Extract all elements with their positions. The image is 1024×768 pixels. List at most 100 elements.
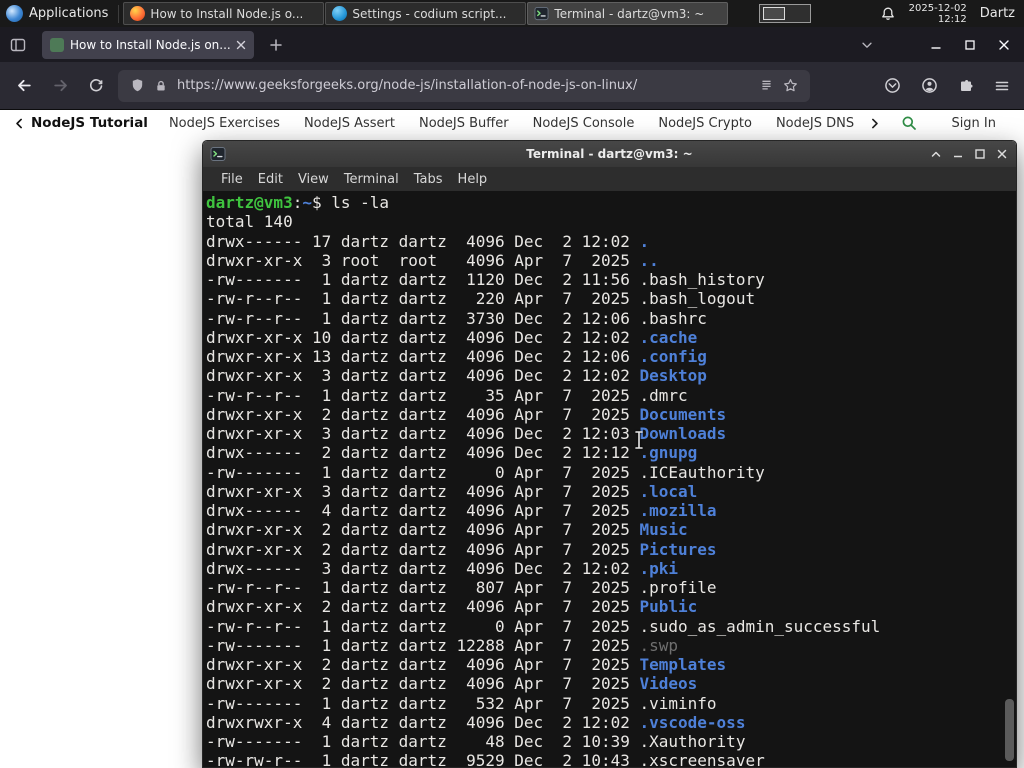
- forward-icon[interactable]: [52, 77, 69, 94]
- gfg-scroll-right-icon[interactable]: [868, 117, 881, 130]
- gfg-nav-active-item[interactable]: NodeJS Tutorial: [31, 115, 148, 131]
- listing-name: Templates: [639, 655, 727, 674]
- search-icon[interactable]: [901, 115, 917, 131]
- listing-name: .viminfo: [639, 693, 717, 713]
- taskbar-button[interactable]: Terminal - dartz@vm3: ~: [527, 2, 729, 25]
- applications-icon: [6, 5, 23, 22]
- taskbar-button-label: Settings - codium script...: [352, 6, 507, 21]
- terminal-menu-terminal[interactable]: Terminal: [344, 172, 399, 187]
- lock-icon[interactable]: [154, 79, 168, 93]
- terminal-listing-line: -rw-r--r-- 1 dartz dartz 35 Apr 7 2025 .…: [206, 386, 1016, 405]
- pocket-icon[interactable]: [884, 77, 901, 94]
- terminal-menu-view[interactable]: View: [298, 172, 329, 187]
- terminal-listing-line: drwxr-xr-x 3 dartz dartz 4096 Dec 2 12:0…: [206, 366, 1016, 385]
- listing-name: .cache: [639, 327, 698, 347]
- terminal-menubar: File Edit View Terminal Tabs Help: [203, 167, 1016, 191]
- panel-status-area: 2025-12-02 12:12 Dartz: [880, 3, 1024, 25]
- listing-meta: -rw-r--r-- 1 dartz dartz 0 Apr 7 2025: [206, 616, 640, 636]
- browser-minimize-icon[interactable]: [930, 39, 942, 51]
- terminal-window-controls: [930, 148, 1016, 160]
- listing-name: .local: [639, 481, 698, 501]
- listing-meta: -rw------- 1 dartz dartz 532 Apr 7 2025: [206, 693, 640, 713]
- toolbar-right-icons: [884, 77, 1024, 94]
- listing-name: ..: [639, 250, 659, 270]
- gfg-scroll-left-icon[interactable]: [13, 117, 26, 130]
- gfg-nav-link[interactable]: NodeJS DNS: [776, 116, 854, 131]
- listing-meta: -rw-r--r-- 1 dartz dartz 35 Apr 7 2025: [206, 385, 640, 405]
- gfg-subnav: NodeJS Tutorial NodeJS Exercises NodeJS A…: [0, 110, 1024, 136]
- gfg-nav-link[interactable]: NodeJS Assert: [304, 116, 395, 131]
- listing-name: Music: [639, 520, 688, 540]
- firefox-view-icon[interactable]: [10, 37, 26, 53]
- terminal-listing-line: drwxr-xr-x 2 dartz dartz 4096 Apr 7 2025…: [206, 405, 1016, 424]
- clock-time: 12:12: [937, 13, 967, 25]
- listing-name: .Xauthority: [639, 732, 746, 751]
- gfg-nav-link[interactable]: NodeJS Console: [533, 116, 635, 131]
- listing-meta: drwx------ 17 dartz dartz 4096 Dec 2 12:…: [206, 231, 640, 251]
- browser-tab-bar: How to Install Node.js on...: [0, 27, 1024, 62]
- terminal-shade-icon[interactable]: [930, 148, 942, 160]
- gfg-nav-link[interactable]: NodeJS Crypto: [658, 116, 752, 131]
- list-all-tabs-icon[interactable]: [860, 38, 874, 52]
- tab-close-icon[interactable]: [236, 40, 246, 50]
- browser-close-icon[interactable]: [998, 39, 1010, 51]
- listing-meta: drwx------ 2 dartz dartz 4096 Dec 2 12:1…: [206, 443, 640, 463]
- new-tab-button[interactable]: [269, 38, 283, 52]
- terminal-listing-line: drwx------ 4 dartz dartz 4096 Apr 7 2025…: [206, 501, 1016, 520]
- listing-meta: drwxr-xr-x 3 dartz dartz 4096 Dec 2 12:0…: [206, 366, 640, 386]
- terminal-listing-line: -rw-r--r-- 1 dartz dartz 0 Apr 7 2025 .s…: [206, 617, 1016, 636]
- account-icon[interactable]: [921, 77, 938, 94]
- terminal-content[interactable]: dartz@vm3:~$ ls -la total 140 drwx------ 1…: [203, 191, 1016, 767]
- back-icon[interactable]: [16, 77, 33, 94]
- terminal-listing-line: drwxr-xr-x 2 dartz dartz 4096 Apr 7 2025…: [206, 655, 1016, 674]
- terminal-menu-edit[interactable]: Edit: [258, 172, 283, 187]
- terminal-menu-file[interactable]: File: [221, 172, 243, 187]
- browser-tab[interactable]: How to Install Node.js on...: [42, 30, 254, 59]
- menu-icon[interactable]: [994, 78, 1010, 94]
- codium-icon: [332, 6, 348, 21]
- prompt-user-host: dartz@vm3: [206, 193, 293, 212]
- panel-clock[interactable]: 2025-12-02 12:12: [909, 3, 967, 25]
- listing-name: .: [639, 231, 650, 251]
- prompt-dollar: $: [311, 193, 332, 212]
- listing-meta: -rw-r--r-- 1 dartz dartz 220 Apr 7 2025: [206, 289, 640, 309]
- reader-view-icon[interactable]: [759, 78, 774, 93]
- workspace-pager[interactable]: [759, 4, 812, 23]
- browser-restore-icon[interactable]: [964, 39, 976, 51]
- listing-meta: drwxr-xr-x 2 dartz dartz 4096 Apr 7 2025: [206, 404, 640, 424]
- terminal-titlebar[interactable]: Terminal - dartz@vm3: ~: [203, 141, 1016, 167]
- listing-name: .vscode-oss: [639, 712, 746, 732]
- listing-meta: drwxr-xr-x 3 dartz dartz 4096 Dec 2 12:0…: [206, 424, 640, 443]
- gfg-nav-links: NodeJS Exercises NodeJS Assert NodeJS Buff…: [169, 116, 869, 131]
- listing-meta: drwxr-xr-x 3 root root 4096 Apr 7 2025: [206, 250, 640, 270]
- tracking-shield-icon[interactable]: [130, 78, 145, 93]
- terminal-listing-line: drwxr-xr-x 3 dartz dartz 4096 Dec 2 12:0…: [206, 424, 1016, 443]
- listing-meta: drwxr-xr-x 2 dartz dartz 4096 Apr 7 2025: [206, 655, 640, 674]
- panel-user-label[interactable]: Dartz: [980, 6, 1015, 21]
- terminal-close-icon[interactable]: [996, 148, 1008, 160]
- browser-nav-toolbar: https://www.geeksforgeeks.org/node-js/in…: [0, 62, 1024, 110]
- taskbar-button[interactable]: How to Install Node.js o...: [123, 2, 325, 25]
- prompt-command: ls -la: [331, 193, 390, 212]
- terminal-app-icon: [210, 146, 226, 162]
- listing-meta: drwxr-xr-x 2 dartz dartz 4096 Apr 7 2025: [206, 520, 640, 540]
- prompt-colon: :: [292, 193, 303, 212]
- terminal-listing-line: -rw------- 1 dartz dartz 12288 Apr 7 202…: [206, 636, 1016, 655]
- gfg-nav-link[interactable]: NodeJS Exercises: [169, 116, 280, 131]
- taskbar-button[interactable]: Settings - codium script...: [325, 2, 527, 25]
- extensions-icon[interactable]: [958, 78, 974, 94]
- terminal-maximize-icon[interactable]: [974, 148, 986, 160]
- terminal-menu-help[interactable]: Help: [458, 172, 488, 187]
- reload-icon[interactable]: [88, 78, 104, 94]
- listing-name: Public: [639, 597, 698, 617]
- url-bar[interactable]: https://www.geeksforgeeks.org/node-js/in…: [118, 69, 810, 102]
- terminal-scrollbar-thumb[interactable]: [1005, 699, 1014, 761]
- bookmark-star-icon[interactable]: [783, 78, 798, 93]
- terminal-menu-tabs[interactable]: Tabs: [414, 172, 443, 187]
- sign-in-button[interactable]: Sign In: [951, 116, 996, 131]
- notification-bell-icon[interactable]: [880, 6, 896, 22]
- prompt-path: ~: [302, 193, 312, 212]
- applications-menu-button[interactable]: Applications: [0, 0, 118, 27]
- terminal-minimize-icon[interactable]: [952, 148, 964, 160]
- gfg-nav-link[interactable]: NodeJS Buffer: [419, 116, 509, 131]
